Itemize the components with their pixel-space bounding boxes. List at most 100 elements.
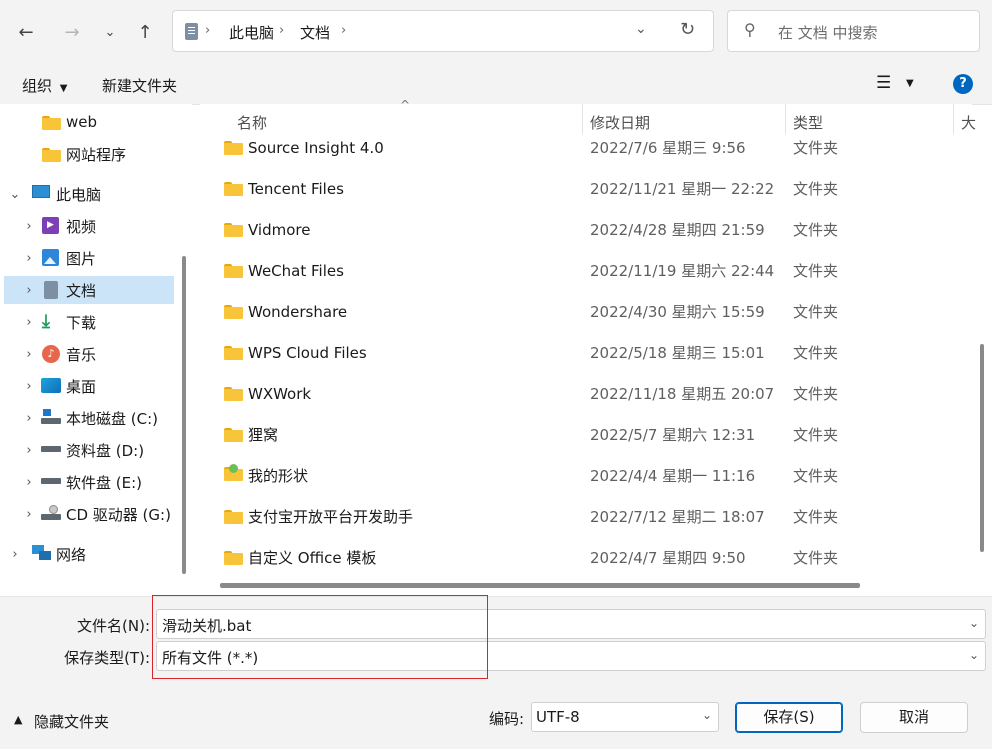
highlight-box [152,595,488,679]
collapsed-chevron-icon[interactable]: › [22,283,36,298]
folder-icon [42,116,61,132]
list-item[interactable]: 支付宝开放平台开发助手 2022/7/12 星期二 18:07 文件夹 [200,497,972,538]
sidebar-item-this-pc[interactable]: ⌄ 此电脑 [4,180,174,208]
computer-icon [32,185,50,198]
sidebar-item-drive-e[interactable]: › 软件盘 (E:) [4,468,174,496]
file-date: 2022/11/21 星期一 22:22 [590,180,775,198]
file-type: 文件夹 [793,549,839,567]
collapsed-chevron-icon[interactable]: › [22,379,36,394]
breadcrumb-this-pc[interactable]: 此电脑 [229,22,274,43]
sidebar-item-network[interactable]: › 网络 [4,540,174,568]
view-options-icon[interactable]: ☰ [876,73,891,93]
view-options-caret-icon[interactable]: ▼ [906,78,914,89]
sidebar-scrollbar[interactable] [182,256,186,574]
sidebar-item-desktop[interactable]: › 桌面 [4,372,174,400]
sidebar-item-pictures[interactable]: › 图片 [4,244,174,272]
file-type: 文件夹 [793,180,839,198]
folder-icon [224,428,243,442]
command-bar: 组织 ▼ 新建文件夹 ☰ ▼ ? [0,66,992,105]
drive-icon [41,478,61,484]
back-arrow-icon[interactable]: ← [12,18,40,46]
chevron-down-icon[interactable]: ⌄ [969,616,979,630]
address-bar[interactable]: › 此电脑 › 文档 › ⌄ ↻ [172,10,714,52]
file-type: 文件夹 [793,344,839,362]
sidebar-item-label: 桌面 [66,377,97,396]
chevron-up-icon[interactable]: ▲ [14,713,22,726]
music-icon: ♪ [42,345,60,363]
desktop-icon [41,378,61,393]
file-type: 文件夹 [793,262,839,280]
list-item[interactable]: Wondershare 2022/4/30 星期六 15:59 文件夹 [200,292,972,333]
collapsed-chevron-icon[interactable]: › [22,507,36,522]
folder-icon [224,223,243,237]
collapsed-chevron-icon[interactable]: › [22,475,36,490]
file-type: 文件夹 [793,385,839,403]
list-item[interactable]: WeChat Files 2022/11/19 星期六 22:44 文件夹 [200,251,972,292]
organize-menu-button[interactable]: 组织 ▼ [22,75,68,96]
sidebar-item-drive-c[interactable]: › 本地磁盘 (C:) [4,404,174,432]
cancel-button[interactable]: 取消 [860,702,968,733]
documents-icon [44,281,58,299]
search-box[interactable]: ⚲ 在 文档 中搜索 [727,10,980,52]
list-item[interactable]: Tencent Files 2022/11/21 星期一 22:22 文件夹 [200,169,972,210]
sidebar-item-label: 软件盘 (E:) [66,473,143,492]
list-item[interactable]: Source Insight 4.0 2022/7/6 星期三 9:56 文件夹 [200,128,972,169]
hide-folders-toggle[interactable]: 隐藏文件夹 [34,711,109,732]
collapsed-chevron-icon[interactable]: › [8,547,22,562]
sidebar-item-website-programs[interactable]: 网站程序 [4,140,174,168]
sidebar-item-downloads[interactable]: › ⤓ 下载 [4,308,174,336]
sidebar-item-cd-drive-g[interactable]: › CD 驱动器 (G:) [4,500,174,528]
file-date: 2022/5/7 星期六 12:31 [590,426,756,444]
chevron-down-icon[interactable]: ⌄ [969,648,979,662]
sidebar-item-label: 下载 [66,313,97,332]
recent-locations-chevron-icon[interactable]: ⌄ [96,18,124,46]
sidebar-item-web[interactable]: web [4,108,174,136]
navigation-pane: web 网站程序 ⌄ 此电脑 › ▶ 视频 › 图片 › 文档 › ⤓ 下载 ›… [0,104,192,596]
file-date: 2022/4/4 星期一 11:16 [590,467,756,485]
save-button[interactable]: 保存(S) [735,702,843,733]
list-item[interactable]: 我的形状 2022/4/4 星期一 11:16 文件夹 [200,456,972,497]
collapsed-chevron-icon[interactable]: › [22,251,36,266]
folder-icon [224,264,243,278]
folder-icon [224,305,243,319]
collapsed-chevron-icon[interactable]: › [22,443,36,458]
folder-icon [42,148,61,164]
refresh-icon[interactable]: ↻ [680,19,695,40]
collapsed-chevron-icon[interactable]: › [22,411,36,426]
sidebar-item-label: CD 驱动器 (G:) [66,505,171,524]
file-type: 文件夹 [793,508,839,526]
chevron-down-icon[interactable]: ⌄ [702,708,712,722]
sidebar-item-videos[interactable]: › ▶ 视频 [4,212,174,240]
file-name: 狸窝 [248,426,279,444]
file-name: WXWork [248,385,312,403]
list-item[interactable]: WXWork 2022/11/18 星期五 20:07 文件夹 [200,374,972,415]
collapsed-chevron-icon[interactable]: › [22,219,36,234]
up-arrow-icon[interactable]: ↑ [131,18,159,46]
collapsed-chevron-icon[interactable]: › [22,315,36,330]
file-list-scrollbar[interactable] [980,344,984,552]
file-name: 我的形状 [248,467,309,485]
search-input[interactable]: 在 文档 中搜索 [778,22,878,43]
list-item[interactable]: 自定义 Office 模板 2022/4/7 星期四 9:50 文件夹 [200,538,972,579]
sidebar-item-music[interactable]: › ♪ 音乐 [4,340,174,368]
sidebar-item-label: 图片 [66,249,97,268]
horizontal-scrollbar[interactable] [220,583,860,588]
new-folder-button[interactable]: 新建文件夹 [102,75,177,96]
list-item[interactable]: Vidmore 2022/4/28 星期四 21:59 文件夹 [200,210,972,251]
save-options-panel: 文件名(N): 滑动关机.bat ⌄ 保存类型(T): 所有文件 (*.*) ⌄… [0,595,992,749]
collapsed-chevron-icon[interactable]: › [22,347,36,362]
filetype-label: 保存类型(T): [64,649,150,667]
expanded-chevron-icon[interactable]: ⌄ [8,187,22,202]
file-type: 文件夹 [793,426,839,444]
address-history-chevron-icon[interactable]: ⌄ [635,21,647,37]
breadcrumb-documents[interactable]: 文档 [300,22,330,43]
sidebar-item-drive-d[interactable]: › 资料盘 (D:) [4,436,174,464]
help-icon[interactable]: ? [953,74,973,94]
list-item[interactable]: WPS Cloud Files 2022/5/18 星期三 15:01 文件夹 [200,333,972,374]
file-date: 2022/11/19 星期六 22:44 [590,262,775,280]
forward-arrow-icon[interactable]: → [58,18,86,46]
cd-drive-icon [41,505,61,521]
sidebar-item-documents[interactable]: › 文档 [4,276,174,304]
list-item[interactable]: 狸窝 2022/5/7 星期六 12:31 文件夹 [200,415,972,456]
encoding-select[interactable]: UTF-8 ⌄ [531,702,719,732]
